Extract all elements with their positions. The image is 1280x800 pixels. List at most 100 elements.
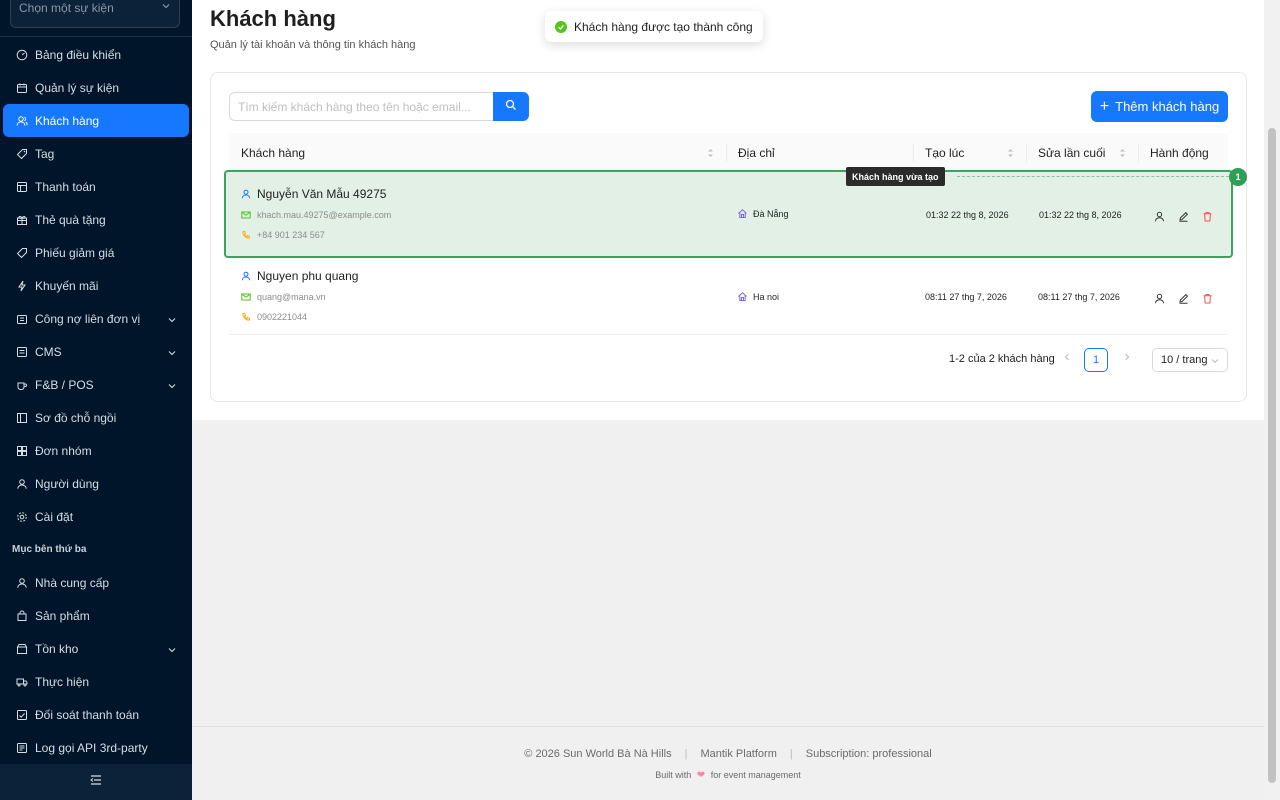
sidebar-item-api-log[interactable]: Log gọi API 3rd-party [0, 731, 192, 764]
event-select[interactable]: Chọn một sự kiện [10, 0, 180, 28]
footer-copyright: © 2026 Sun World Bà Nà Hills [524, 748, 672, 760]
chevron-down-icon [168, 346, 176, 356]
callout-badge: 1 [1229, 168, 1247, 186]
users-icon [16, 115, 28, 127]
sidebar-item-label: Đối soát thanh toán [35, 707, 140, 722]
pagination-page[interactable]: 1 [1084, 348, 1108, 372]
delete-icon[interactable] [1202, 209, 1213, 227]
sidebar-item-payment-reconciliation[interactable]: Đối soát thanh toán [0, 698, 192, 731]
view-profile-icon[interactable] [1154, 291, 1165, 309]
sidebar-menu: Bảng điều khiển Quản lý sự kiện Khách hà… [0, 38, 192, 764]
sidebar-item-promotions[interactable]: Khuyến mãi [0, 269, 192, 302]
sidebar-item-customers[interactable]: Khách hàng [3, 104, 189, 137]
sidebar-item-fnb-pos[interactable]: F&B / POS [0, 368, 192, 401]
sidebar-item-label: Bảng điều khiển [35, 47, 122, 62]
sidebar-item-label: Log gọi API 3rd-party [35, 740, 148, 755]
scrollbar-thumb[interactable] [1268, 128, 1276, 783]
sidebar-item-seat-map[interactable]: Sơ đồ chỗ ngồi [0, 401, 192, 434]
sidebar-collapse-button[interactable] [0, 764, 192, 800]
sidebar-item-tag[interactable]: Tag [0, 137, 192, 170]
scrollbar[interactable] [1264, 0, 1280, 800]
heart-icon: ❤ [696, 770, 706, 781]
sidebar-item-label: Sơ đồ chỗ ngồi [35, 410, 117, 425]
chevron-left-icon [1064, 353, 1069, 361]
chevron-down-icon [168, 379, 176, 389]
user-icon [241, 189, 251, 199]
cms-icon [16, 346, 28, 358]
dashboard-icon [16, 49, 28, 61]
column-label: Địa chỉ [738, 146, 775, 160]
sidebar-item-settings[interactable]: Cài đặt [0, 500, 192, 533]
sidebar-item-fulfillment[interactable]: Thực hiện [0, 665, 192, 698]
plus-icon: + [1099, 97, 1110, 115]
sidebar-item-label: Nhà cung cấp [35, 575, 110, 590]
search-input[interactable]: Tìm kiếm khách hàng theo tên hoặc email.… [229, 92, 493, 121]
chevron-down-icon [168, 313, 176, 323]
column-header-updated[interactable]: Sửa lần cuối [1026, 133, 1138, 173]
pagination-next-button[interactable] [1122, 352, 1132, 362]
sort-icon [707, 147, 714, 159]
sidebar-item-label: Tag [35, 146, 55, 161]
sidebar-item-label: Khách hàng [35, 113, 100, 128]
add-customer-button[interactable]: + Thêm khách hàng [1091, 91, 1228, 122]
customer-name[interactable]: Nguyen phu quang [241, 269, 358, 283]
sidebar-item-label: Cài đặt [35, 509, 74, 524]
edit-icon[interactable] [1178, 291, 1189, 309]
column-label: Sửa lần cuối [1038, 146, 1106, 160]
success-toast: Khách hàng được tạo thành công [545, 11, 763, 42]
view-profile-icon[interactable] [1154, 209, 1165, 227]
sidebar-item-dashboard[interactable]: Bảng điều khiển [0, 38, 192, 71]
product-icon [16, 610, 28, 622]
sidebar-item-payments[interactable]: Thanh toán [0, 170, 192, 203]
sidebar-item-coupons[interactable]: Phiếu giảm giá [0, 236, 192, 269]
column-label: Tạo lúc [925, 146, 965, 160]
sidebar-item-group-orders[interactable]: Đơn nhóm [0, 434, 192, 467]
sidebar-item-label: Thanh toán [35, 179, 96, 194]
search-button[interactable] [493, 92, 529, 121]
customer-email: quang@mana.vn [241, 292, 326, 302]
main-content: Khách hàng Quản lý tài khoản và thông ti… [192, 0, 1264, 800]
sidebar-item-label: F&B / POS [35, 377, 94, 392]
new-customer-tooltip: Khách hàng vừa tạo [846, 167, 945, 186]
coffee-icon [16, 379, 28, 391]
sidebar-item-inter-unit-debt[interactable]: Công nợ liên đơn vị [0, 302, 192, 335]
mail-icon [241, 293, 251, 301]
pagination-prev-button[interactable] [1062, 352, 1072, 362]
sidebar-item-suppliers[interactable]: Nhà cung cấp [0, 566, 192, 599]
footer-line: © 2026 Sun World Bà Nà Hills | Mantik Pl… [192, 748, 1264, 760]
customer-name-text: Nguyễn Văn Mẫu 49275 [257, 187, 387, 201]
edit-icon[interactable] [1178, 209, 1189, 227]
sidebar-item-label: Khuyến mãi [35, 278, 99, 293]
chevron-right-icon [1125, 353, 1130, 361]
column-header-actions: Hành động [1138, 133, 1228, 173]
sidebar-item-events[interactable]: Quản lý sự kiện [0, 71, 192, 104]
sidebar-item-label: CMS [35, 344, 62, 359]
phone-icon [242, 231, 250, 239]
sidebar-divider [0, 36, 192, 37]
sidebar-item-cms[interactable]: CMS [0, 335, 192, 368]
supplier-icon [16, 577, 28, 589]
updated-at: 01:32 22 thg 8, 2026 [1039, 210, 1122, 220]
reconcile-icon [16, 709, 28, 721]
updated-at: 08:11 27 thg 7, 2026 [1038, 292, 1120, 302]
footer-subscription: Subscription: professional [805, 748, 932, 760]
sidebar-item-inventory[interactable]: Tồn kho [0, 632, 192, 665]
fulfillment-icon [16, 676, 28, 688]
home-icon [738, 209, 747, 218]
third-party-section-label: Mục bên thứ ba [12, 544, 87, 555]
table-row[interactable]: Nguyen phu quang quang@mana.vn 090222104… [229, 255, 1228, 335]
menu-fold-icon [90, 773, 102, 791]
sidebar-item-gift-cards[interactable]: Thẻ quà tặng [0, 203, 192, 236]
sidebar-item-users[interactable]: Người dùng [0, 467, 192, 500]
mail-icon [241, 211, 251, 219]
sidebar-item-label: Quản lý sự kiện [35, 80, 120, 95]
row-actions [1154, 209, 1213, 227]
sidebar-item-products[interactable]: Sản phẩm [0, 599, 192, 632]
page-size-select[interactable]: 10 / trang [1152, 348, 1228, 372]
customer-name[interactable]: Nguyễn Văn Mẫu 49275 [241, 187, 386, 201]
column-header-customer[interactable]: Khách hàng [229, 133, 726, 173]
table-row-new-customer[interactable]: Nguyễn Văn Mẫu 49275 khach.mau.49275@exa… [224, 170, 1233, 258]
user-icon [16, 478, 28, 490]
home-icon [738, 292, 747, 301]
delete-icon[interactable] [1202, 291, 1213, 309]
